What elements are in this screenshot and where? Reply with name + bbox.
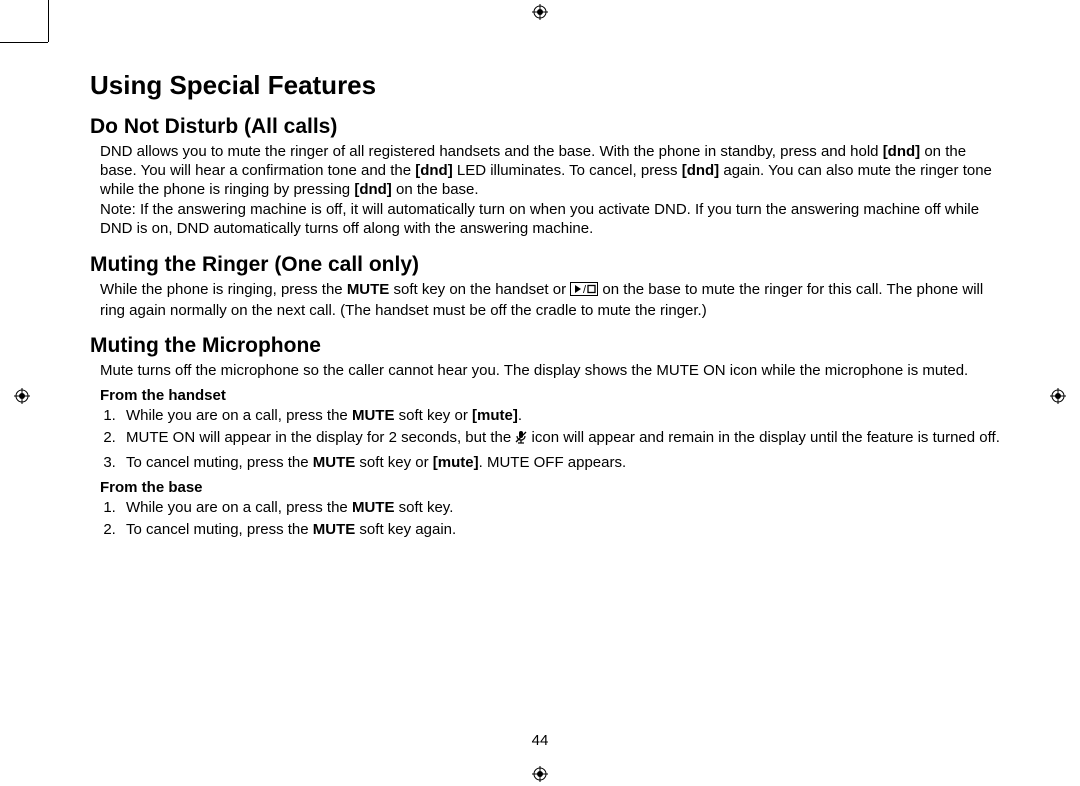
bold-key: MUTE xyxy=(352,499,395,516)
crop-mark-line xyxy=(48,0,49,42)
page-number: 44 xyxy=(0,732,1080,749)
text: MUTE ON will appear in the display for 2… xyxy=(126,429,515,446)
text: To cancel muting, press the xyxy=(126,521,313,538)
text: soft key on the handset or xyxy=(389,281,570,298)
text: soft key again. xyxy=(355,521,456,538)
list-item: While you are on a call, press the MUTE … xyxy=(120,406,1000,426)
text: on the base. xyxy=(392,181,479,198)
mic-mute-icon xyxy=(515,430,527,450)
paragraph-dnd-1: DND allows you to mute the ringer of all… xyxy=(100,143,1000,199)
bold-key: [mute] xyxy=(433,454,479,471)
list-item: MUTE ON will appear in the display for 2… xyxy=(120,428,1000,450)
paragraph-mic-intro: Mute turns off the microphone so the cal… xyxy=(100,362,1000,381)
paragraph-ringer: While the phone is ringing, press the MU… xyxy=(100,281,1000,321)
svg-text:/: / xyxy=(583,284,587,296)
list-item: To cancel muting, press the MUTE soft ke… xyxy=(120,520,1000,540)
list-base: While you are on a call, press the MUTE … xyxy=(100,498,1000,541)
bold-key: MUTE xyxy=(352,407,395,424)
bold-key: MUTE xyxy=(313,521,356,538)
text: DND allows you to mute the ringer of all… xyxy=(100,143,883,160)
bold-key: [mute] xyxy=(472,407,518,424)
registration-mark-icon xyxy=(1050,388,1066,404)
bold-key: [dnd] xyxy=(415,162,452,179)
text: LED illuminates. To cancel, press xyxy=(453,162,682,179)
text: soft key. xyxy=(394,499,453,516)
list-item: While you are on a call, press the MUTE … xyxy=(120,498,1000,518)
section-heading-ringer: Muting the Ringer (One call only) xyxy=(90,253,1000,277)
text: . MUTE OFF appears. xyxy=(479,454,627,471)
registration-mark-icon xyxy=(532,4,548,20)
text: While you are on a call, press the xyxy=(126,407,352,424)
registration-mark-icon xyxy=(532,766,548,782)
text: . xyxy=(518,407,522,424)
bold-key: [dnd] xyxy=(682,162,719,179)
text: icon will appear and remain in the displ… xyxy=(527,429,1000,446)
text: soft key or xyxy=(394,407,472,424)
subheading-handset: From the handset xyxy=(100,387,1000,404)
registration-mark-icon xyxy=(14,388,30,404)
text: To cancel muting, press the xyxy=(126,454,313,471)
list-handset: While you are on a call, press the MUTE … xyxy=(100,406,1000,473)
crop-mark-line xyxy=(0,42,48,43)
bold-key: [dnd] xyxy=(354,181,391,198)
subheading-base: From the base xyxy=(100,479,1000,496)
play-stop-icon: / xyxy=(570,282,598,302)
paragraph-dnd-2: Note: If the answering machine is off, i… xyxy=(100,201,1000,239)
page-title: Using Special Features xyxy=(90,70,1000,101)
text: While the phone is ringing, press the xyxy=(100,281,347,298)
text: soft key or xyxy=(355,454,433,471)
list-item: To cancel muting, press the MUTE soft ke… xyxy=(120,453,1000,473)
bold-key: MUTE xyxy=(313,454,356,471)
text: While you are on a call, press the xyxy=(126,499,352,516)
bold-key: MUTE xyxy=(347,281,390,298)
section-heading-dnd: Do Not Disturb (All calls) xyxy=(90,115,1000,139)
section-heading-mic: Muting the Microphone xyxy=(90,334,1000,358)
bold-key: [dnd] xyxy=(883,143,920,160)
page-content: Using Special Features Do Not Disturb (A… xyxy=(90,70,1000,542)
